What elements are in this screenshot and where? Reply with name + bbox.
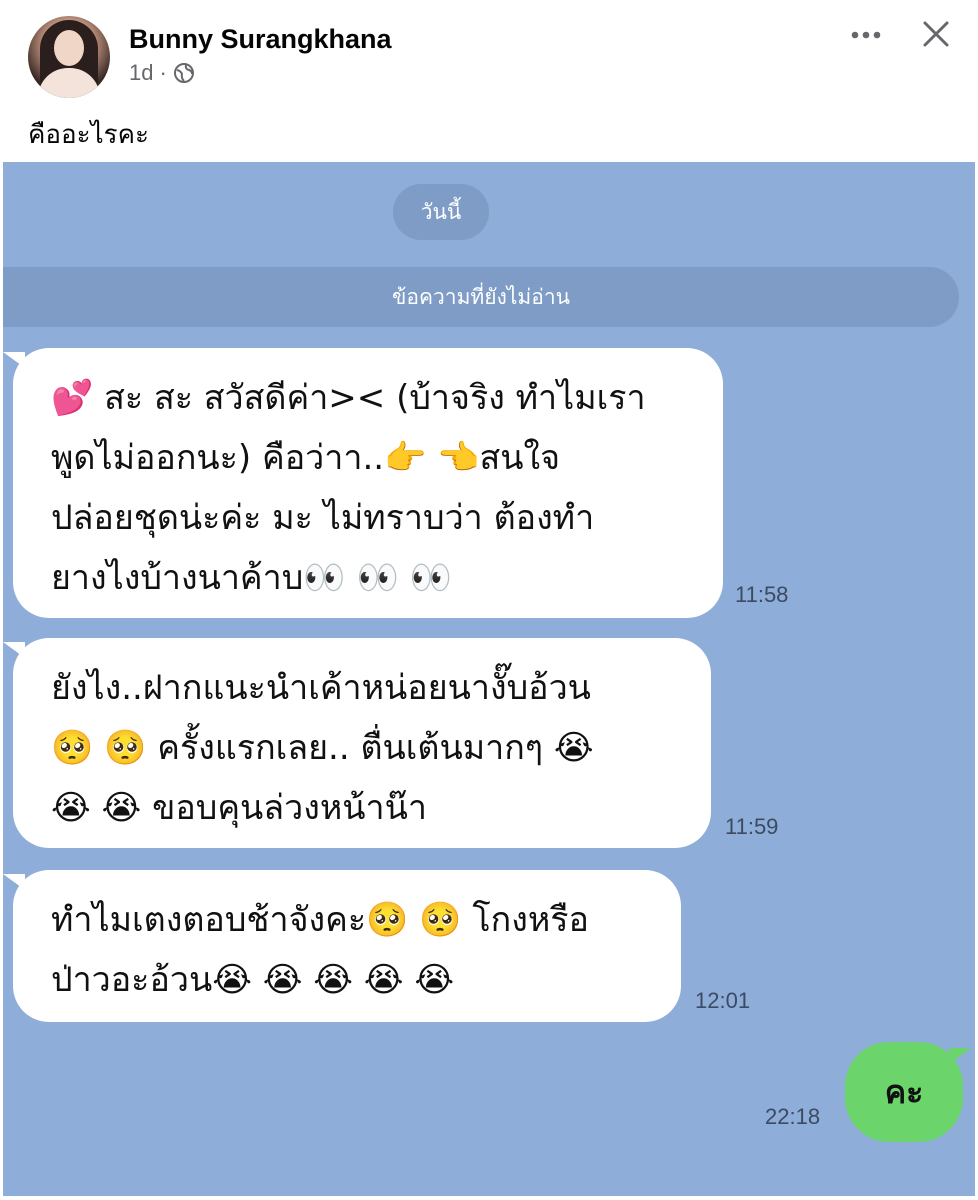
message-line: ยังไง..ฝากแนะนำเค้าหน่อยนางั๊บอ้วน — [51, 668, 591, 708]
date-separator: วันนี้ — [393, 184, 489, 240]
bubble-tail — [3, 874, 25, 890]
author-name[interactable]: Bunny Surangkhana — [129, 24, 392, 55]
outgoing-message-bubble: คะ — [845, 1042, 971, 1142]
bubble-tail — [3, 352, 25, 368]
message-timestamp: 11:59 — [725, 814, 779, 839]
more-options-button[interactable] — [846, 18, 886, 52]
message-line: 😭 😭 ขอบคุนล่วงหน้าน๊า — [51, 788, 427, 828]
bubble-tail — [3, 642, 25, 658]
message-line: 💕 สะ สะ สวัสดีค่า>< (บ้าจริง ทำไมเรา — [51, 378, 646, 418]
message-line: ป่าวอะอ้วน😭 😭 😭 😭 😭 — [51, 960, 455, 1000]
message-line: พูดไม่ออกนะ) คือว่าา..👉 👈สนใจ — [51, 438, 561, 478]
avatar[interactable] — [28, 16, 110, 98]
incoming-message-bubble: ยังไง..ฝากแนะนำเค้าหน่อยนางั๊บอ้วน 🥺 🥺 ค… — [3, 638, 711, 848]
post-meta: 1d · — [129, 60, 195, 86]
avatar-face — [54, 30, 84, 66]
post-caption: คืออะไรคะ — [28, 120, 149, 150]
outgoing-message-text: คะ — [884, 1072, 924, 1111]
more-horizontal-icon — [851, 31, 881, 39]
globe-icon — [173, 62, 195, 84]
message-line: 🥺 🥺 ครั้งแรกเลย.. ตื่นเต้นมากๆ 😭 — [51, 728, 594, 768]
message-line: ปล่อยชุดน่ะค่ะ มะ ไม่ทราบว่า ต้องทำ — [51, 498, 595, 538]
bubble-tail — [949, 1048, 971, 1064]
meta-separator: · — [159, 60, 167, 85]
post-header: Bunny Surangkhana 1d · คืออะไรคะ — [0, 0, 978, 162]
incoming-message-bubble: 💕 สะ สะ สวัสดีค่า>< (บ้าจริง ทำไมเรา พูด… — [3, 348, 723, 618]
chat-screenshot[interactable]: วันนี้ ข้อความที่ยังไม่อ่าน 💕 สะ สะ สวัส… — [3, 162, 975, 1196]
post-time[interactable]: 1d — [129, 60, 153, 86]
unread-messages-divider: ข้อความที่ยังไม่อ่าน — [3, 267, 959, 327]
outgoing-message-timestamp: 22:18 — [765, 1104, 821, 1129]
message-line: ยางไงบ้างนาค้าบ👀 👀 👀 — [51, 558, 452, 598]
close-button[interactable] — [916, 14, 956, 54]
incoming-message-bubble: ทำไมเตงตอบช้าจังคะ🥺 🥺 โกงหรือ ป่าวอะอ้วน… — [3, 870, 681, 1022]
message-timestamp: 12:01 — [695, 988, 751, 1013]
message-timestamp: 11:58 — [735, 582, 789, 607]
message-line: ทำไมเตงตอบช้าจังคะ🥺 🥺 โกงหรือ — [51, 900, 589, 940]
close-icon — [923, 21, 949, 47]
